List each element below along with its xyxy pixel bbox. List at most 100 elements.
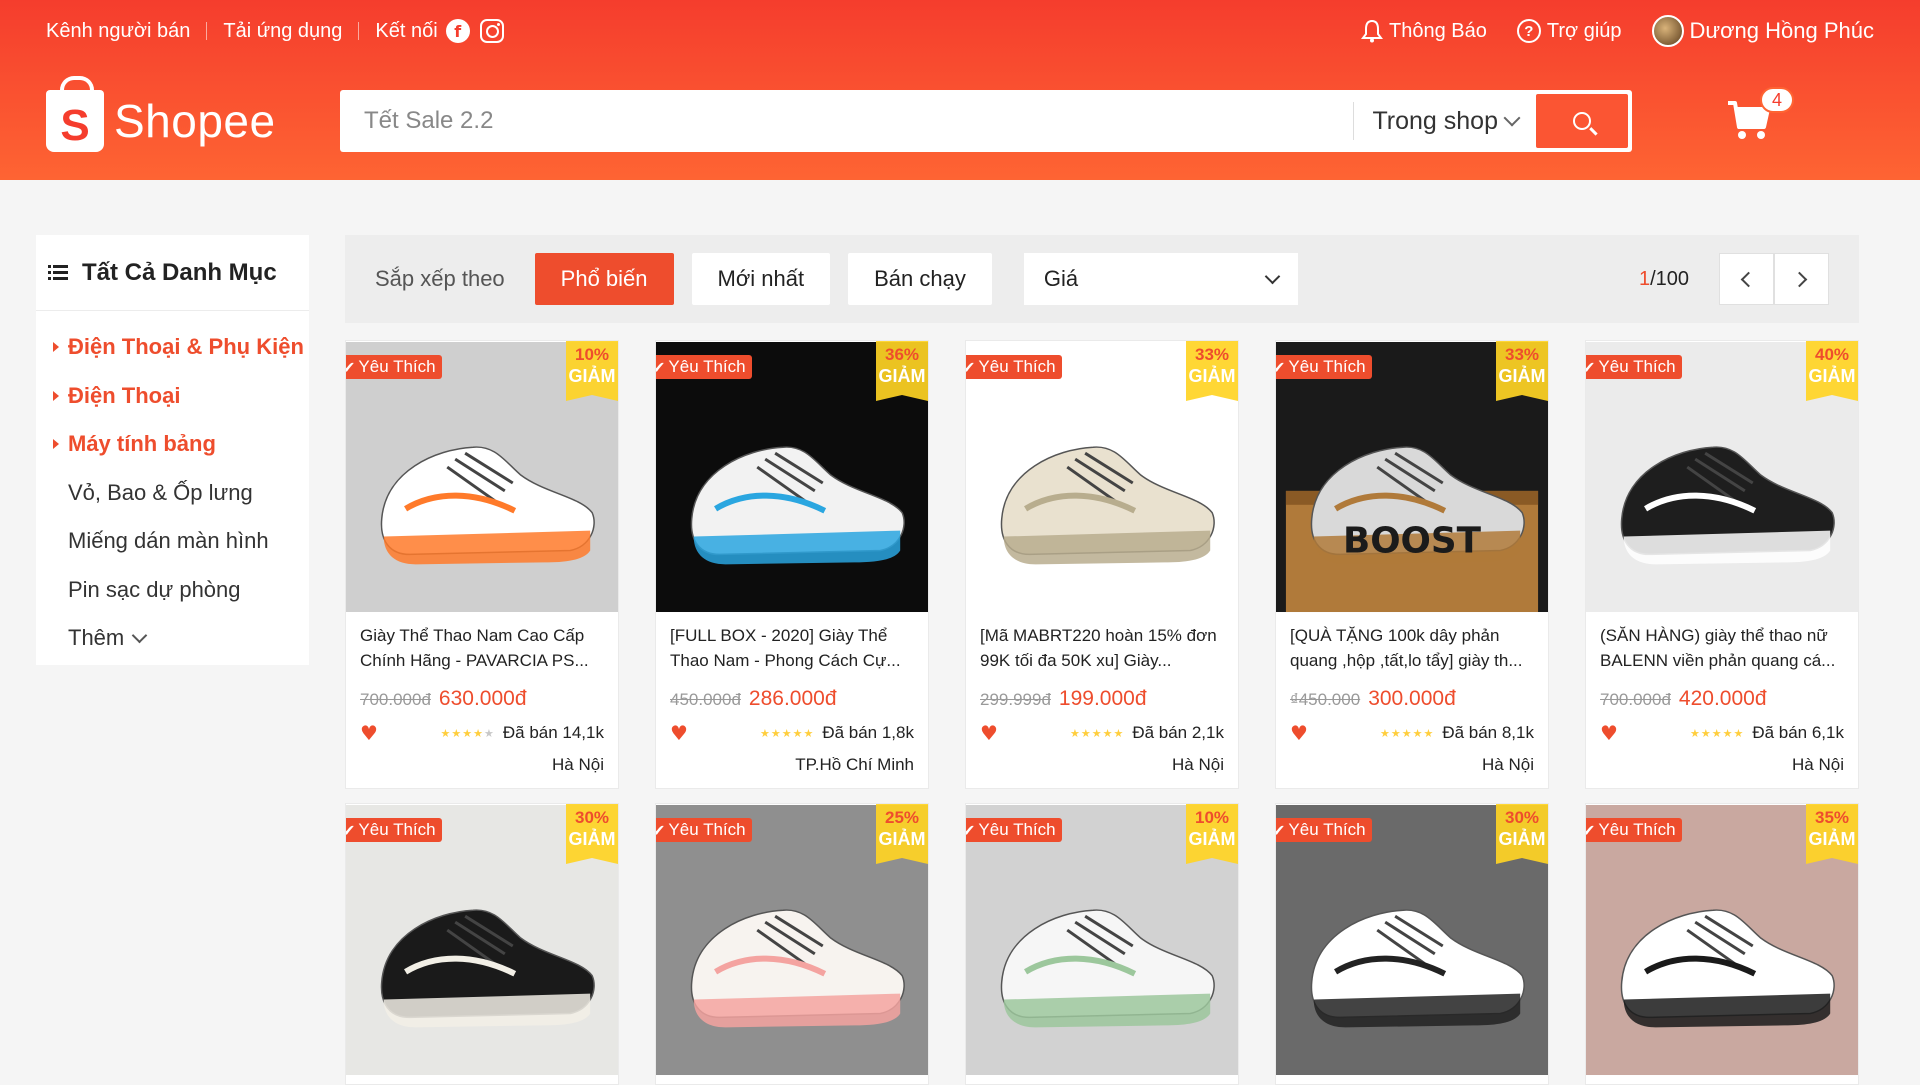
product-name[interactable]: (SĂN HÀNG) giày thể thao nữ BALENN viền …: [1600, 623, 1844, 673]
product-name[interactable]: Giày Thể Thao Nam Cao Cấp Chính Hãng - P…: [360, 623, 604, 673]
favorite-badge: ✔Yêu Thích: [1586, 818, 1682, 842]
search-button[interactable]: [1536, 94, 1628, 148]
header: Kênh người bán Tải ứng dụng Kết nối f Th…: [0, 0, 1920, 180]
product-card[interactable]: ✔Yêu Thích 35% GIẢM: [1585, 803, 1859, 1085]
seller-channel-link[interactable]: Kênh người bán: [46, 20, 190, 43]
discount-badge: 30% GIẢM: [566, 804, 618, 864]
sidebar-item-screen-protectors[interactable]: Miếng dán màn hình: [36, 517, 309, 566]
favorite-label: Yêu Thích: [358, 357, 436, 376]
product-info: [Mã MABRT220 hoàn 15% đơn 99K tối đa 50K…: [966, 613, 1238, 775]
product-image[interactable]: ✔Yêu Thích 10% GIẢM: [966, 804, 1238, 1076]
instagram-icon[interactable]: [479, 19, 504, 43]
help-label: Trợ giúp: [1546, 19, 1622, 42]
shop-location: Hà Nội: [1172, 755, 1224, 774]
discount-badge: 35% GIẢM: [1806, 804, 1858, 864]
favorite-badge: ✔Yêu Thích: [656, 355, 752, 379]
sort-bestselling-button[interactable]: Bán chạy: [848, 253, 992, 305]
product-grid: ✔ Yêu Thích 10% GIẢM Giày Thể Thao Nam Cao C…: [345, 340, 1859, 1085]
product-card[interactable]: ✔ Yêu Thích 40% GIẢM (SĂN HÀNG) giày thể tha…: [1585, 340, 1859, 789]
product-info: [QUÀ TẶNG 100k dây phản quang ,hộp ,tất,…: [1276, 613, 1548, 775]
sidebar-item-cases[interactable]: Vỏ, Bao & Ốp lưng: [36, 469, 309, 518]
sidebar-item-tablets[interactable]: Máy tính bảng: [36, 420, 309, 469]
product-card[interactable]: ✔ Yêu Thích 10% GIẢM Giày Thể Thao Nam Cao C…: [345, 340, 619, 789]
discount-label: GIẢM: [1498, 829, 1546, 849]
shop-location: Hà Nội: [1482, 755, 1534, 774]
original-price: 299.999đ: [980, 690, 1051, 709]
sidebar-item-power-banks[interactable]: Pin sạc dự phòng: [36, 566, 309, 615]
next-page-button[interactable]: [1774, 253, 1829, 305]
product-card[interactable]: ✔ Yêu Thích 36% GIẢM [FULL BOX - 2020] Giày …: [655, 340, 929, 789]
heart-icon[interactable]: ♥: [360, 721, 378, 745]
social-links: f: [445, 19, 504, 43]
shopee-logo[interactable]: S Shopee: [46, 76, 340, 152]
product-image[interactable]: ✔Yêu Thích 10% GIẢM: [346, 341, 618, 613]
rating-stars-icon: ★★★★★: [1070, 726, 1125, 740]
rating-stars-icon: ★★★★★: [440, 726, 495, 740]
product-name[interactable]: [FULL BOX - 2020] Giày Thể Thao Nam - Ph…: [670, 623, 914, 673]
sale-price: 420.000đ: [1678, 687, 1767, 710]
cart-button[interactable]: 4: [1726, 87, 1794, 145]
product-image[interactable]: ✔Yêu Thích 30% GIẢM: [346, 804, 618, 1076]
product-card[interactable]: ✔Yêu Thích 10% GIẢM: [965, 803, 1239, 1085]
favorite-badge: ✔Yêu Thích: [966, 818, 1062, 842]
product-image[interactable]: ✔Yêu Thích 30% GIẢM: [1276, 804, 1548, 1076]
price-sort-label: Giá: [1043, 266, 1079, 291]
product-image[interactable]: ✔ Yêu Thích 36% GIẢM: [656, 341, 928, 613]
original-price: 450.000đ: [670, 690, 741, 709]
main-header: S Shopee Trong shop 4: [0, 62, 1920, 180]
product-image[interactable]: BOOST ✔ Yêu Thích 33% GIẢM: [1276, 341, 1548, 613]
discount-percent: 40%: [1814, 345, 1850, 364]
product-name[interactable]: [QUÀ TẶNG 100k dây phản quang ,hộp ,tất,…: [1290, 623, 1534, 673]
prev-page-button[interactable]: [1719, 253, 1774, 305]
discount-badge: 10% GIẢM: [566, 341, 618, 401]
product-card[interactable]: ✔Yêu Thích 30% GIẢM: [1275, 803, 1549, 1085]
facebook-icon[interactable]: f: [445, 19, 470, 43]
discount-badge: 10% GIẢM: [1186, 804, 1238, 864]
product-card[interactable]: BOOST ✔ Yêu Thích 33% GIẢM [QUÀ TẶNG 100k dây…: [1275, 340, 1549, 789]
help-link[interactable]: ? Trợ giúp: [1516, 19, 1622, 43]
sort-newest-button[interactable]: Mới nhất: [691, 253, 831, 305]
favorite-label: Yêu Thích: [668, 820, 746, 839]
search-scope-dropdown[interactable]: Trong shop: [1353, 102, 1536, 140]
product-card[interactable]: ✔ Yêu Thích 33% GIẢM [Mã MABRT220 hoàn 15% đ…: [965, 340, 1239, 789]
product-card[interactable]: ✔Yêu Thích 25% GIẢM: [655, 803, 929, 1085]
discount-label: GIẢM: [1808, 366, 1856, 386]
original-price: 700.000đ: [1600, 690, 1671, 709]
category-list: Điện Thoại & Phụ Kiện Điện Thoại Máy tín…: [36, 311, 309, 663]
search-icon: [1573, 112, 1591, 130]
discount-percent: 35%: [1814, 808, 1850, 827]
stats-row: ♥ ★★★★★ Đã bán 6,1k: [1600, 721, 1844, 745]
discount-percent: 10%: [574, 345, 610, 364]
user-menu[interactable]: Dương Hồng Phúc: [1651, 15, 1874, 47]
product-image[interactable]: ✔ Yêu Thích 40% GIẢM: [1586, 341, 1858, 613]
heart-icon[interactable]: ♥: [1290, 721, 1308, 745]
rating-stars-icon: ★★★★★: [1690, 726, 1745, 740]
download-app-link[interactable]: Tải ứng dụng: [223, 20, 342, 43]
product-name[interactable]: [Mã MABRT220 hoàn 15% đơn 99K tối đa 50K…: [980, 623, 1224, 673]
notifications-link[interactable]: Thông Báo: [1361, 19, 1487, 43]
sidebar-item-phone-accessories[interactable]: Điện Thoại & Phụ Kiện: [36, 323, 309, 372]
product-image[interactable]: ✔Yêu Thích 35% GIẢM: [1586, 804, 1858, 1076]
discount-badge: 33% GIẢM: [1186, 341, 1238, 401]
discount-percent: 30%: [1504, 808, 1540, 827]
sidebar-item-phones[interactable]: Điện Thoại: [36, 372, 309, 421]
heart-icon[interactable]: ♥: [980, 721, 998, 745]
discount-badge: 30% GIẢM: [1496, 804, 1548, 864]
product-image[interactable]: ✔Yêu Thích 25% GIẢM: [656, 804, 928, 1076]
favorite-label: Yêu Thích: [1598, 357, 1676, 376]
sort-popular-button[interactable]: Phổ biến: [534, 253, 674, 305]
discount-label: GIẢM: [1188, 829, 1236, 849]
sold-count: Đã bán 1,8k: [822, 723, 914, 742]
search-input[interactable]: [344, 107, 1354, 135]
favorite-badge: ✔Yêu Thích: [656, 818, 752, 842]
heart-icon[interactable]: ♥: [670, 721, 688, 745]
product-image[interactable]: ✔ Yêu Thích 33% GIẢM: [966, 341, 1238, 613]
sidebar-more-button[interactable]: Thêm: [36, 614, 309, 663]
heart-icon[interactable]: ♥: [1600, 721, 1618, 745]
sort-bar: Sắp xếp theo Phổ biến Mới nhất Bán chạy …: [345, 235, 1859, 323]
category-sidebar: Tất Cả Danh Mục Điện Thoại & Phụ Kiện Đi…: [36, 235, 309, 665]
sort-label: Sắp xếp theo: [375, 266, 505, 291]
brand-name: Shopee: [114, 95, 276, 147]
price-sort-dropdown[interactable]: Giá: [1023, 253, 1298, 305]
product-card[interactable]: ✔Yêu Thích 30% GIẢM: [345, 803, 619, 1085]
